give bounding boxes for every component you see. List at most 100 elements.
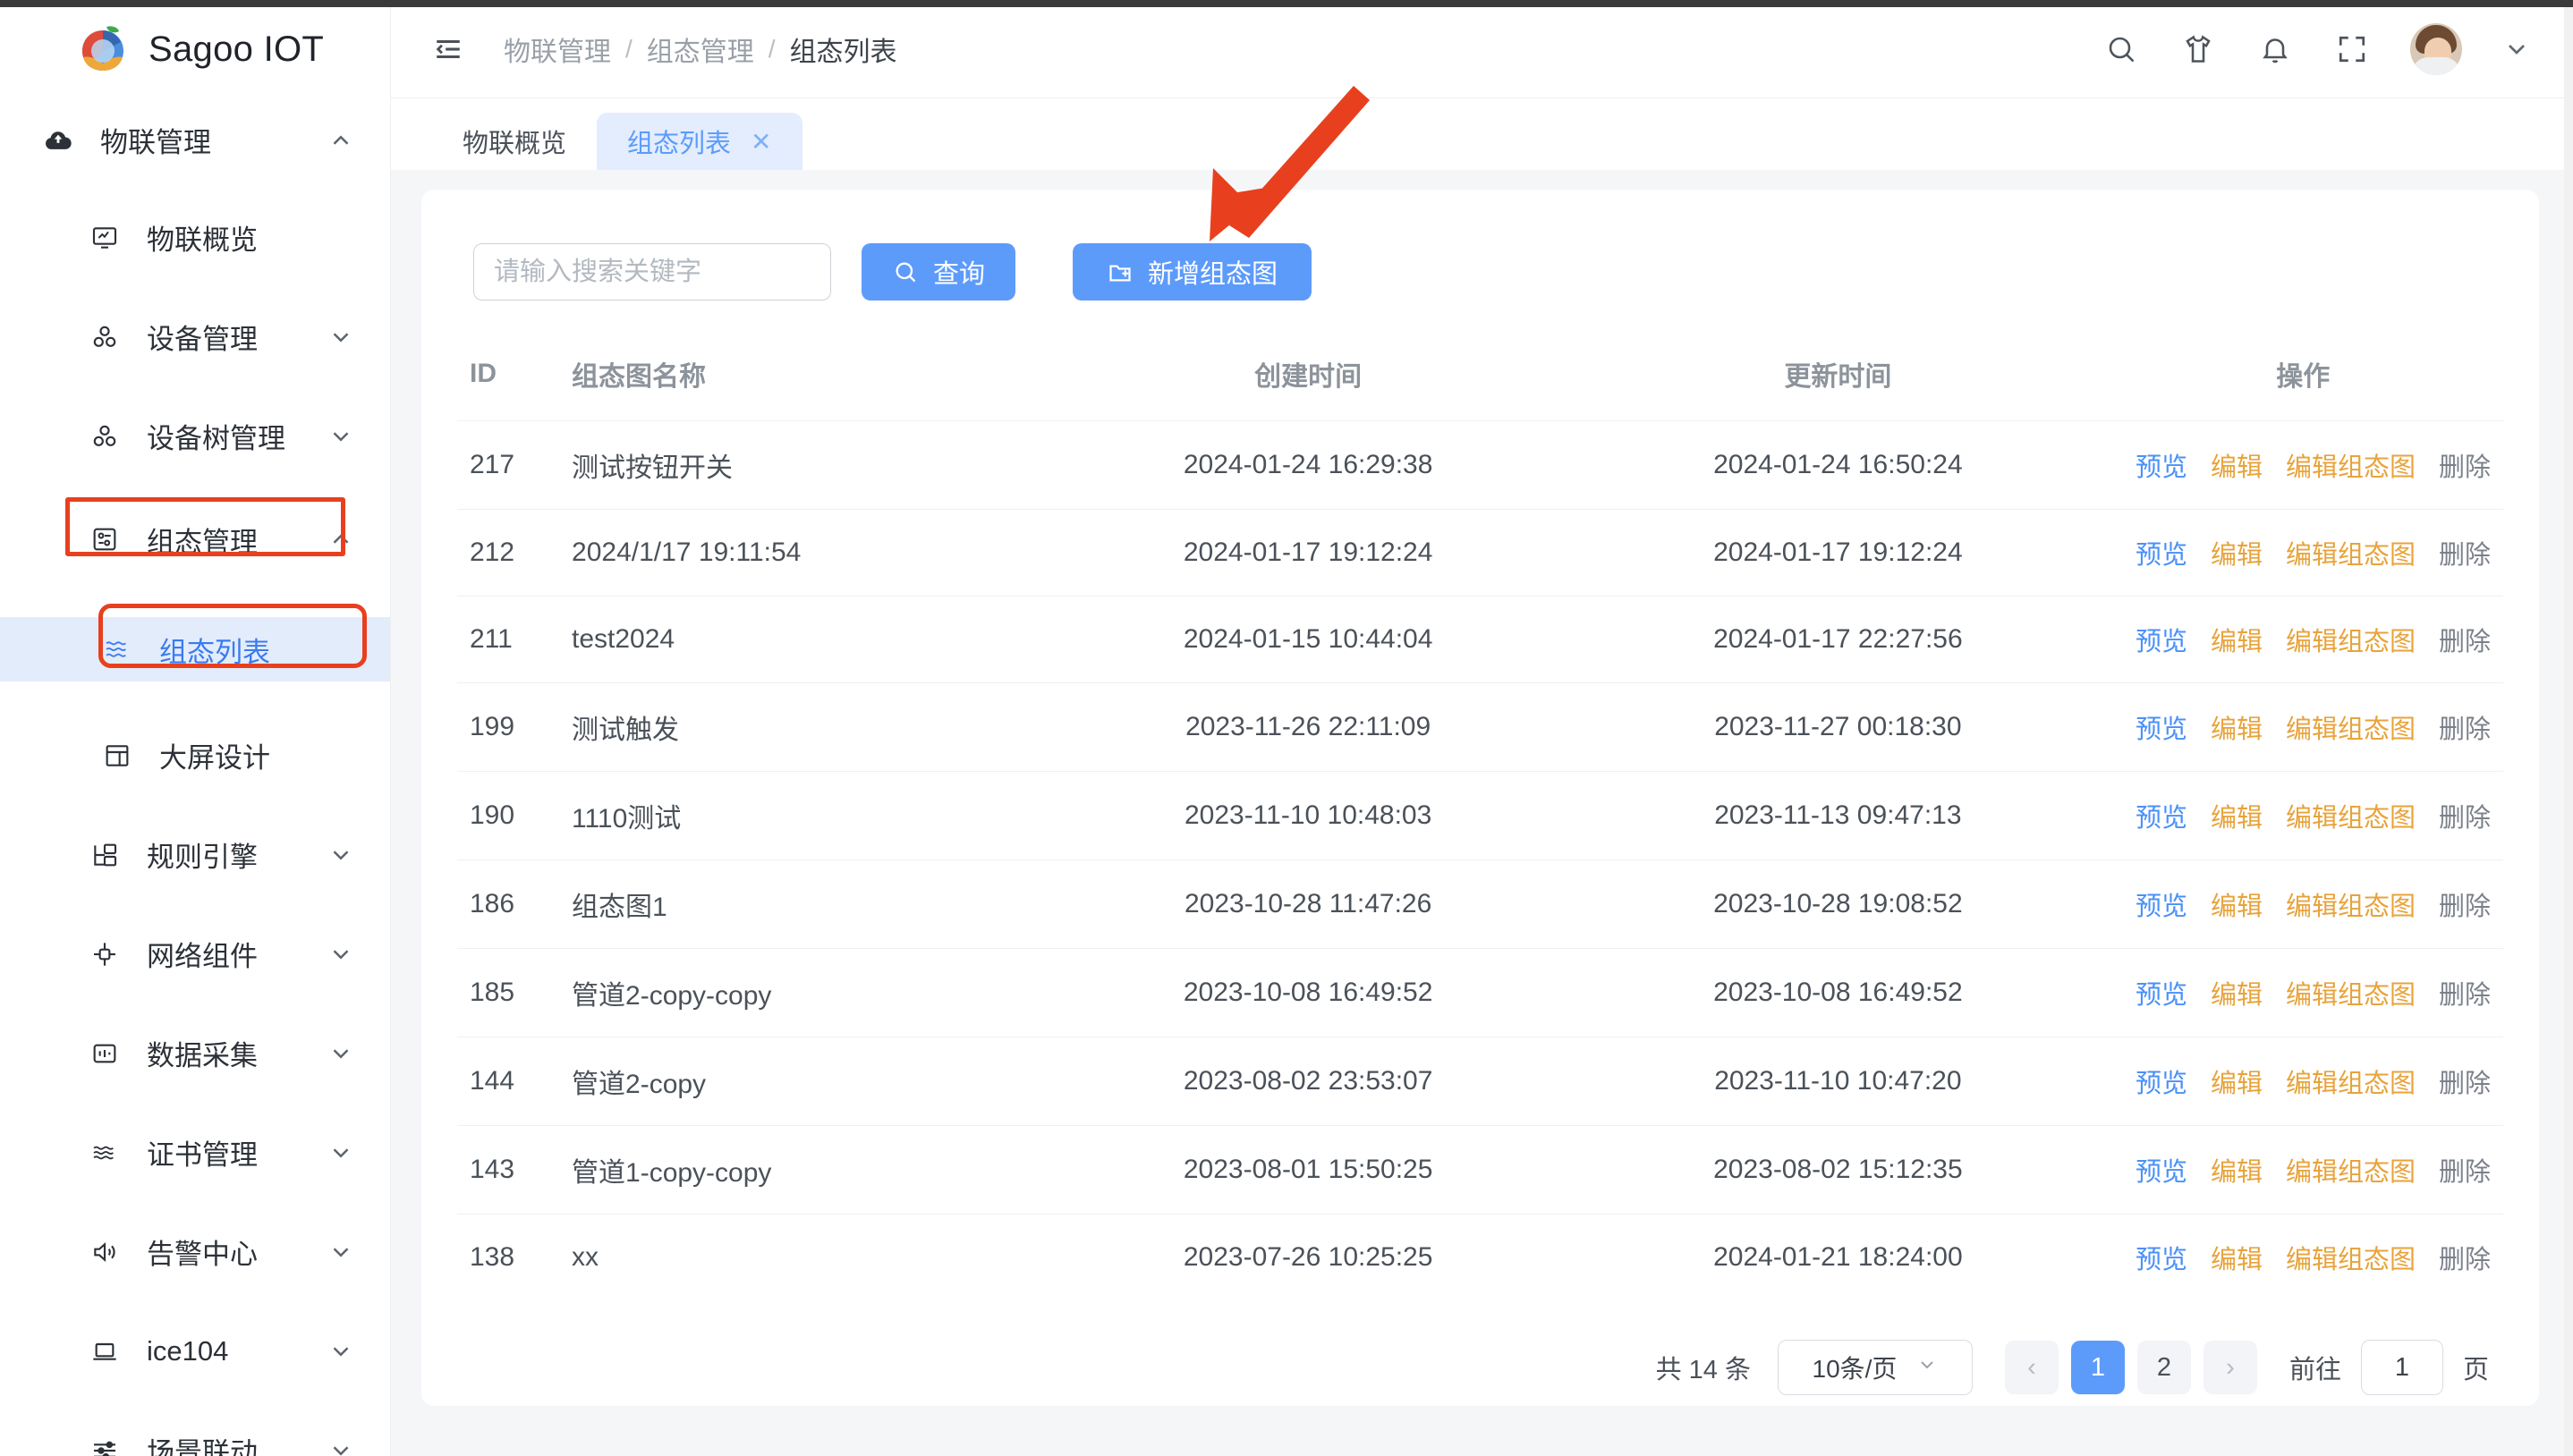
bell-icon[interactable] xyxy=(2256,30,2294,68)
pagination-page-1[interactable]: 1 xyxy=(2070,1341,2125,1394)
sidebar-item-rule-engine[interactable]: 规则引擎 xyxy=(0,829,390,880)
chevron-down-icon[interactable] xyxy=(327,842,354,868)
menu-collapse-icon[interactable] xyxy=(430,31,466,67)
edit-configuration-action[interactable]: 编辑组态图 xyxy=(2286,1239,2416,1276)
preview-action[interactable]: 预览 xyxy=(2136,1062,2187,1100)
edit-action[interactable]: 编辑 xyxy=(2211,708,2263,746)
cell-id: 143 xyxy=(457,1125,573,1215)
cell-name: 测试按钮开关 xyxy=(572,420,1044,510)
close-icon[interactable]: ✕ xyxy=(751,127,771,157)
pagination-next-button[interactable]: › xyxy=(2203,1341,2257,1394)
chevron-down-icon[interactable] xyxy=(2501,34,2532,64)
sidebar-item-alarm-center[interactable]: 告警中心 xyxy=(0,1226,390,1277)
sidebar-item-scene-linkage[interactable]: 场景联动 xyxy=(0,1425,390,1456)
chevron-down-icon[interactable] xyxy=(327,1139,354,1166)
edit-action[interactable]: 编辑 xyxy=(2211,1151,2263,1189)
preview-action[interactable]: 预览 xyxy=(2136,797,2187,834)
search-icon[interactable] xyxy=(2102,30,2140,68)
delete-action[interactable]: 删除 xyxy=(2439,797,2491,834)
edit-configuration-action[interactable]: 编辑组态图 xyxy=(2286,708,2416,746)
delete-action[interactable]: 删除 xyxy=(2439,1151,2491,1189)
sidebar-item-device-management[interactable]: 设备管理 xyxy=(0,311,390,362)
preview-action[interactable]: 预览 xyxy=(2136,446,2187,484)
delete-action[interactable]: 删除 xyxy=(2439,534,2491,571)
delete-action[interactable]: 删除 xyxy=(2439,1062,2491,1100)
pagination-goto-input[interactable] xyxy=(2360,1340,2443,1395)
edit-action[interactable]: 编辑 xyxy=(2211,974,2263,1012)
edit-action[interactable]: 编辑 xyxy=(2211,446,2263,484)
table-header: ID 组态图名称 创建时间 更新时间 操作 xyxy=(457,338,2503,421)
preview-action[interactable]: 预览 xyxy=(2136,885,2187,923)
edit-configuration-action[interactable]: 编辑组态图 xyxy=(2286,1151,2416,1189)
delete-action[interactable]: 删除 xyxy=(2439,1239,2491,1276)
delete-action[interactable]: 删除 xyxy=(2439,446,2491,484)
content-area: 查询 新增组态图 ID 组态图名称 创建时间 xyxy=(391,170,2573,1456)
rules-icon xyxy=(86,836,123,874)
query-button[interactable]: 查询 xyxy=(862,243,1016,301)
tab-iot-overview[interactable]: 物联概览 xyxy=(432,113,597,170)
vertical-scrollbar[interactable] xyxy=(2564,7,2573,1456)
edit-action[interactable]: 编辑 xyxy=(2211,885,2263,923)
fullscreen-icon[interactable] xyxy=(2333,30,2371,68)
chevron-down-icon[interactable] xyxy=(327,941,354,968)
add-configuration-button[interactable]: 新增组态图 xyxy=(1073,243,1312,301)
wave-list-icon xyxy=(86,1134,123,1172)
edit-configuration-action[interactable]: 编辑组态图 xyxy=(2286,621,2416,658)
speaker-icon xyxy=(86,1233,123,1271)
preview-action[interactable]: 预览 xyxy=(2136,708,2187,746)
avatar[interactable] xyxy=(2410,22,2462,75)
chevron-down-icon[interactable] xyxy=(327,1338,354,1365)
sidebar-item-device-tree-management[interactable]: 设备树管理 xyxy=(0,411,390,461)
preview-action[interactable]: 预览 xyxy=(2136,1151,2187,1189)
sidebar-item-iot-management[interactable]: 物联管理 xyxy=(0,114,390,165)
sidebar-item-ice104[interactable]: ice104 xyxy=(0,1325,390,1376)
chevron-down-icon[interactable] xyxy=(327,324,354,351)
edit-action[interactable]: 编辑 xyxy=(2211,1239,2263,1276)
sidebar-item-certificate-management[interactable]: 证书管理 xyxy=(0,1127,390,1178)
chevron-down-icon[interactable] xyxy=(327,1437,354,1456)
cell-created: 2024-01-24 16:29:38 xyxy=(1043,420,1574,510)
page-size-select[interactable]: 10条/页 xyxy=(1777,1340,1973,1395)
edit-configuration-action[interactable]: 编辑组态图 xyxy=(2286,534,2416,571)
edit-action[interactable]: 编辑 xyxy=(2211,534,2263,571)
sidebar-item-network-components[interactable]: 网络组件 xyxy=(0,928,390,979)
edit-action[interactable]: 编辑 xyxy=(2211,621,2263,658)
search-input[interactable] xyxy=(473,243,831,301)
breadcrumb-item-1[interactable]: 物联管理 xyxy=(504,30,611,69)
edit-action[interactable]: 编辑 xyxy=(2211,1062,2263,1100)
chevron-down-icon[interactable] xyxy=(327,423,354,450)
monitor-chart-icon xyxy=(86,219,123,257)
edit-configuration-action[interactable]: 编辑组态图 xyxy=(2286,1062,2416,1100)
edit-configuration-action[interactable]: 编辑组态图 xyxy=(2286,885,2416,923)
preview-action[interactable]: 预览 xyxy=(2136,534,2187,571)
delete-action[interactable]: 删除 xyxy=(2439,885,2491,923)
edit-action[interactable]: 编辑 xyxy=(2211,797,2263,834)
edit-configuration-action[interactable]: 编辑组态图 xyxy=(2286,446,2416,484)
tshirt-icon[interactable] xyxy=(2179,30,2217,68)
edit-configuration-action[interactable]: 编辑组态图 xyxy=(2286,797,2416,834)
edit-configuration-action[interactable]: 编辑组态图 xyxy=(2286,974,2416,1012)
delete-action[interactable]: 删除 xyxy=(2439,621,2491,658)
pagination-page-2[interactable]: 2 xyxy=(2136,1341,2191,1394)
delete-action[interactable]: 删除 xyxy=(2439,708,2491,746)
chevron-down-icon[interactable] xyxy=(327,1040,354,1067)
chevron-up-icon[interactable] xyxy=(327,526,354,553)
sidebar-item-configuration-list[interactable]: 组态列表 xyxy=(0,617,390,681)
table-row: 186 组态图1 2023-10-28 11:47:26 2023-10-28 19:… xyxy=(457,859,2503,949)
chevron-down-icon[interactable] xyxy=(327,1239,354,1266)
sidebar-item-iot-overview[interactable]: 物联概览 xyxy=(0,212,390,263)
preview-action[interactable]: 预览 xyxy=(2136,621,2187,658)
preview-action[interactable]: 预览 xyxy=(2136,974,2187,1012)
tab-configuration-list[interactable]: 组态列表 ✕ xyxy=(597,113,802,170)
sidebar-item-bigscreen-design[interactable]: 大屏设计 xyxy=(0,730,390,781)
pagination-prev-button[interactable]: ‹ xyxy=(2004,1341,2059,1394)
brand[interactable]: Sagoo IOT xyxy=(0,0,390,98)
wave-list-icon xyxy=(98,631,136,668)
sidebar-item-configuration-management[interactable]: 组态管理 xyxy=(0,510,390,569)
delete-action[interactable]: 删除 xyxy=(2439,974,2491,1012)
cell-operations: 预览 编辑 编辑组态图 删除 xyxy=(2102,1037,2503,1126)
chevron-up-icon[interactable] xyxy=(327,127,354,154)
preview-action[interactable]: 预览 xyxy=(2136,1239,2187,1276)
breadcrumb-item-2[interactable]: 组态管理 xyxy=(647,30,754,69)
sidebar-item-data-collection[interactable]: 数据采集 xyxy=(0,1028,390,1079)
